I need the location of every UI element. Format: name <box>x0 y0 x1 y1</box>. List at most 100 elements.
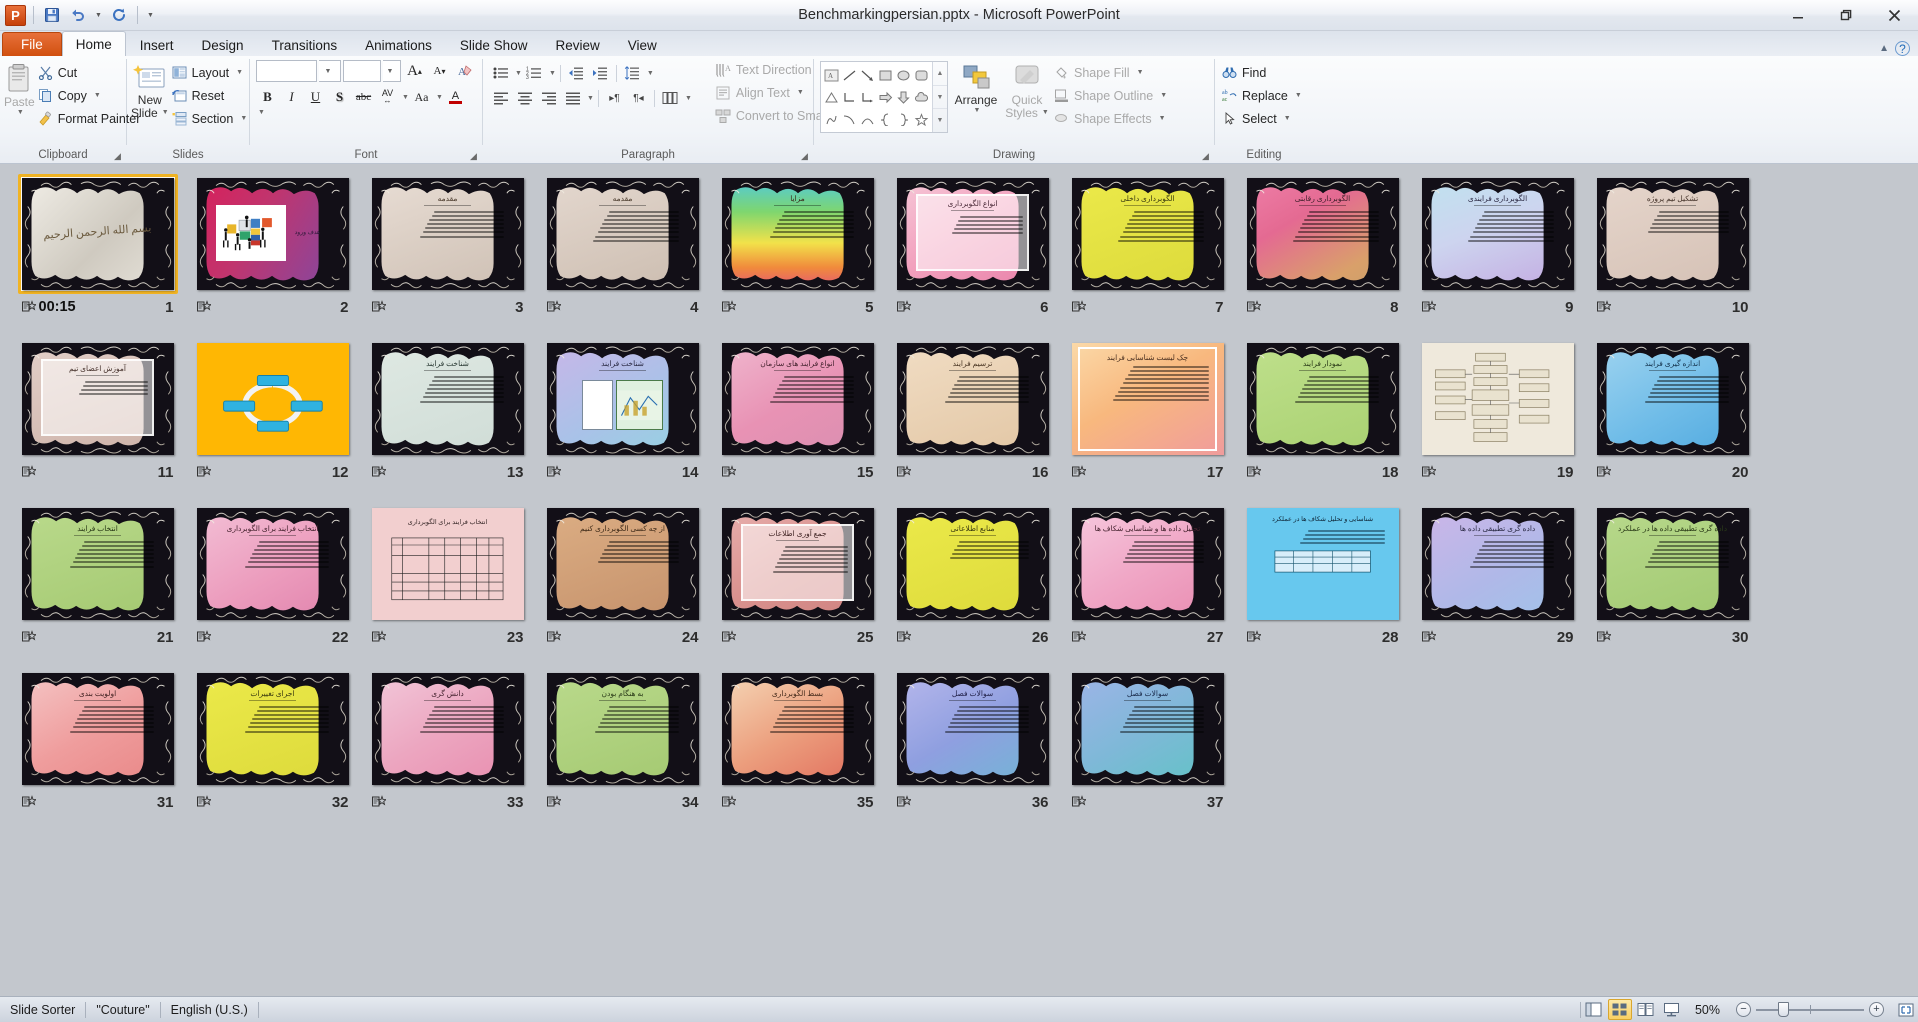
shapes-scroll-up-icon[interactable]: ▲ <box>933 62 947 86</box>
slide-thumbnail-image[interactable]: مقدمه <box>371 178 524 290</box>
find-button[interactable]: Find <box>1219 62 1307 83</box>
slide-thumbnail[interactable]: الگوبرداری فرایندی <box>1418 174 1578 294</box>
justify-dropdown-icon[interactable]: ▼ <box>587 95 594 102</box>
slide-thumbnail-cell[interactable]: داده گری تطبیقی داده ها 29 <box>1410 504 1585 666</box>
slide-thumbnail-image[interactable]: سوالات فصل <box>1071 673 1224 785</box>
shape-rectangle-icon[interactable] <box>877 64 895 86</box>
slide-thumbnail-cell[interactable]: شناخت فرایند 14 <box>535 339 710 501</box>
bullets-icon[interactable] <box>489 62 512 84</box>
close-button[interactable] <box>1870 0 1918 30</box>
slide-thumbnail-image[interactable]: اجرای تغییرات <box>196 673 349 785</box>
bold-button[interactable]: B <box>256 86 279 108</box>
slide-thumbnail[interactable]: الگوبرداری رقابتی <box>1243 174 1403 294</box>
increase-indent-icon[interactable] <box>589 62 612 84</box>
slide-thumbnail-cell[interactable]: مقدمه 3 <box>360 174 535 336</box>
slide-thumbnail-cell[interactable]: به هنگام بودن 34 <box>535 669 710 831</box>
shape-elbow-arrow-icon[interactable] <box>859 86 877 108</box>
slide-thumbnail[interactable]: شناخت فرایند <box>368 339 528 459</box>
slide-sorter-pane[interactable]: بسم الله الرحمن الرحیم 00:15 1 هدف ورود … <box>0 164 1918 996</box>
slide-thumbnail[interactable]: مزایا <box>718 174 878 294</box>
slide-thumbnail[interactable]: نمودار فرایند <box>1243 339 1403 459</box>
slide-thumbnail-image[interactable]: بسط الگوبرداری <box>721 673 874 785</box>
slide-thumbnail-image[interactable]: ترسیم فرایند <box>896 343 1049 455</box>
new-slide-button[interactable]: New Slide ▼ <box>131 59 169 119</box>
slide-thumbnail-cell[interactable]: سوالات فصل 37 <box>1060 669 1235 831</box>
slide-thumbnail[interactable]: منابع اطلاعاتی <box>893 504 1053 624</box>
slide-thumbnail-image[interactable]: الگوبرداری رقابتی <box>1246 178 1399 290</box>
shape-rounded-rectangle-icon[interactable] <box>912 64 930 86</box>
customize-quick-access-icon[interactable]: ▼ <box>145 12 156 19</box>
arrange-dropdown-icon[interactable]: ▼ <box>974 107 981 114</box>
tab-design[interactable]: Design <box>188 33 258 56</box>
shapes-gallery[interactable]: A ▲ ▼ ▼ <box>820 61 948 133</box>
slide-thumbnail-image[interactable]: تحلیل داده ها و شناسایی شکاف ها <box>1071 508 1224 620</box>
slide-thumbnail-cell[interactable]: آموزش اعضای تیم 11 <box>10 339 185 501</box>
slide-thumbnail-cell[interactable]: بسم الله الرحمن الرحیم 00:15 1 <box>10 174 185 336</box>
bullets-dropdown-icon[interactable]: ▼ <box>515 70 522 77</box>
slide-thumbnail-image[interactable]: آموزش اعضای تیم <box>21 343 174 455</box>
align-text-dropdown-icon[interactable]: ▼ <box>797 89 804 96</box>
shapes-scroll-down-icon[interactable]: ▼ <box>933 86 947 110</box>
slide-thumbnail-cell[interactable]: شناخت فرایند 13 <box>360 339 535 501</box>
undo-icon[interactable] <box>67 4 89 26</box>
save-icon[interactable] <box>41 4 63 26</box>
select-button[interactable]: Select ▼ <box>1219 108 1307 129</box>
shape-outline-dropdown-icon[interactable]: ▼ <box>1160 92 1167 99</box>
slide-thumbnail-cell[interactable]: اجرای تغییرات 32 <box>185 669 360 831</box>
slide-thumbnail-cell[interactable]: انواع الگوبرداری 6 <box>885 174 1060 336</box>
shape-fill-dropdown-icon[interactable]: ▼ <box>1137 69 1144 76</box>
shape-effects-button[interactable]: Shape Effects ▼ <box>1051 108 1172 129</box>
slide-thumbnail-cell[interactable]: اندازه گیری فرایند 20 <box>1585 339 1760 501</box>
slide-thumbnail[interactable] <box>193 339 353 459</box>
redo-icon[interactable] <box>108 4 130 26</box>
slide-thumbnail-cell[interactable]: الگوبرداری داخلی 7 <box>1060 174 1235 336</box>
slide-thumbnail-cell[interactable]: شناسایی و تحلیل شکاف ها در عملکرد 28 <box>1235 504 1410 666</box>
font-dialog-launcher-icon[interactable]: ◢ <box>468 151 479 162</box>
slide-thumbnail-image[interactable]: شناخت فرایند <box>546 343 699 455</box>
minimize-button[interactable] <box>1774 0 1822 30</box>
arrange-button[interactable]: Arrange ▼ <box>949 59 1003 114</box>
shape-right-arrow-icon[interactable] <box>877 86 895 108</box>
slide-thumbnail[interactable]: شناخت فرایند <box>543 339 703 459</box>
paste-dropdown-icon[interactable]: ▼ <box>17 109 24 116</box>
decrease-indent-icon[interactable] <box>565 62 588 84</box>
slide-show-button[interactable] <box>1660 999 1684 1020</box>
section-dropdown-icon[interactable]: ▼ <box>240 115 247 122</box>
shape-star-icon[interactable] <box>912 108 930 130</box>
new-slide-dropdown-icon[interactable]: ▼ <box>162 107 169 119</box>
shape-effects-dropdown-icon[interactable]: ▼ <box>1159 115 1166 122</box>
slide-thumbnail-image[interactable]: منابع اطلاعاتی <box>896 508 1049 620</box>
minimize-ribbon-icon[interactable]: ▲ <box>1879 43 1889 54</box>
shape-triangle-icon[interactable] <box>823 86 841 108</box>
shape-arrow-icon[interactable] <box>859 64 877 86</box>
font-color-button[interactable]: A <box>444 86 467 108</box>
fit-window-icon[interactable] <box>1894 1000 1918 1020</box>
slide-thumbnail-cell[interactable]: الگوبرداری فرایندی 9 <box>1410 174 1585 336</box>
slide-thumbnail-image[interactable]: الگوبرداری داخلی <box>1071 178 1224 290</box>
character-spacing-button[interactable]: AV ↔ <box>376 86 399 108</box>
select-dropdown-icon[interactable]: ▼ <box>1284 115 1291 122</box>
slide-thumbnail[interactable]: بسط الگوبرداری <box>718 669 878 789</box>
slide-thumbnail[interactable]: تشکیل تیم پروژه <box>1593 174 1753 294</box>
slide-thumbnail-image[interactable]: هدف ورود <box>196 178 349 290</box>
shape-line-icon[interactable] <box>841 64 859 86</box>
tab-slide-show[interactable]: Slide Show <box>446 33 542 56</box>
slide-thumbnail-cell[interactable]: اولویت بندی 31 <box>10 669 185 831</box>
shape-textbox-icon[interactable]: A <box>823 64 841 86</box>
slide-thumbnail-cell[interactable]: 19 <box>1410 339 1585 501</box>
slide-thumbnail-image[interactable]: انتخاب فرایند برای الگوبرداری <box>371 508 524 620</box>
slide-thumbnail-image[interactable]: انواع فرایند های سازمان <box>721 343 874 455</box>
slide-thumbnail-image[interactable]: از چه کسی الگوبرداری کنیم <box>546 508 699 620</box>
tab-transitions[interactable]: Transitions <box>258 33 352 56</box>
shapes-gallery-more-icon[interactable]: ▼ <box>933 109 947 132</box>
underline-button[interactable]: U <box>304 86 327 108</box>
slide-thumbnail[interactable]: دانش گری <box>368 669 528 789</box>
slide-thumbnail-cell[interactable]: انتخاب فرایند برای الگوبرداری 23 <box>360 504 535 666</box>
paragraph-dialog-launcher-icon[interactable]: ◢ <box>799 151 810 162</box>
language-label[interactable]: English (U.S.) <box>161 997 258 1022</box>
slide-thumbnail-cell[interactable]: از چه کسی الگوبرداری کنیم 24 <box>535 504 710 666</box>
zoom-slider[interactable]: − + <box>1730 1002 1890 1017</box>
ltr-icon[interactable]: ▸¶ <box>603 87 626 109</box>
slide-thumbnail[interactable]: داده گری تطبیقی داده ها <box>1418 504 1578 624</box>
align-right-icon[interactable] <box>537 87 560 109</box>
